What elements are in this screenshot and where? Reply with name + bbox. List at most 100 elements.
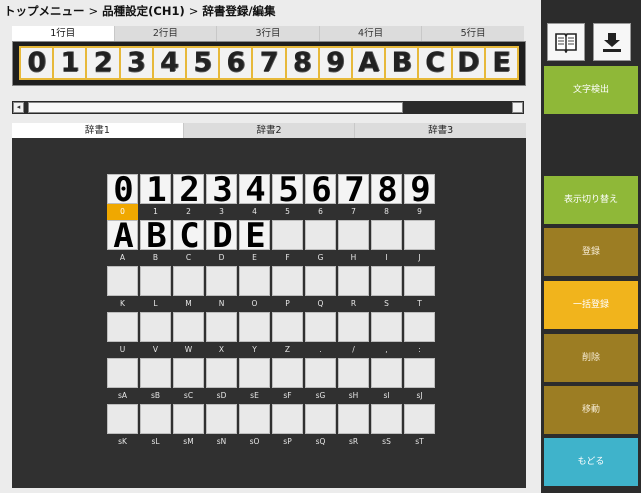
dictionary-slot[interactable]	[371, 266, 402, 296]
strip-scrollbar[interactable]: ◂	[12, 101, 524, 114]
register-button[interactable]: 登録	[544, 228, 638, 276]
dictionary-slot[interactable]	[140, 266, 171, 296]
dictionary-slot[interactable]	[140, 312, 171, 342]
back-button[interactable]: もどる	[544, 438, 638, 486]
dictionary-slot[interactable]: 9	[404, 174, 435, 204]
dictionary-slot[interactable]	[206, 404, 237, 434]
dictionary-slot[interactable]	[107, 266, 138, 296]
dictionary-slot-label: U	[119, 345, 126, 354]
dictionary-slot[interactable]	[107, 312, 138, 342]
dictionary-slot[interactable]	[272, 312, 303, 342]
dictionary-slot[interactable]	[371, 404, 402, 434]
move-button[interactable]: 移動	[544, 386, 638, 434]
dictionary-slot[interactable]: D	[206, 220, 237, 250]
dictionary-slot-label: Z	[284, 345, 291, 354]
dictionary-slot[interactable]	[305, 220, 336, 250]
breadcrumb-top-menu[interactable]: トップメニュー	[4, 4, 85, 18]
dictionary-slot[interactable]	[239, 266, 270, 296]
scroll-thumb[interactable]	[28, 102, 403, 113]
dictionary-slot[interactable]	[206, 312, 237, 342]
download-icon[interactable]	[593, 23, 631, 61]
tab-dictionary-3[interactable]: 辞書3	[355, 123, 527, 138]
dictionary-slot[interactable]: 4	[239, 174, 270, 204]
dictionary-slot[interactable]	[107, 404, 138, 434]
dictionary-slot[interactable]	[173, 266, 204, 296]
dictionary-slot[interactable]	[173, 358, 204, 388]
dictionary-slot[interactable]: C	[173, 220, 204, 250]
dictionary-slot-label: sR	[348, 437, 359, 446]
dictionary-slot[interactable]: 8	[371, 174, 402, 204]
breadcrumb-product-settings[interactable]: 品種設定(CH1)	[102, 4, 185, 18]
dictionary-slot[interactable]	[371, 220, 402, 250]
dictionary-cell: ,	[371, 312, 402, 358]
dictionary-slot[interactable]: A	[107, 220, 138, 250]
dictionary-slot[interactable]	[140, 358, 171, 388]
dictionary-slot-label: H	[350, 253, 357, 262]
dictionary-slot[interactable]	[305, 358, 336, 388]
book-icon[interactable]	[547, 23, 585, 61]
dictionary-slot[interactable]: 0	[107, 174, 138, 204]
dictionary-slot[interactable]	[206, 266, 237, 296]
dictionary-slot[interactable]	[272, 266, 303, 296]
tab-line-4[interactable]: 4行目	[319, 26, 423, 41]
dictionary-cell: .	[305, 312, 336, 358]
bulk-register-button[interactable]: 一括登録	[544, 281, 638, 329]
tab-line-5[interactable]: 5行目	[422, 26, 524, 41]
strip-character: A	[353, 48, 385, 78]
dictionary-cell: sD	[206, 358, 237, 404]
dictionary-slot-label: D	[218, 253, 225, 262]
dictionary-slot[interactable]: 6	[305, 174, 336, 204]
dictionary-slot[interactable]	[239, 312, 270, 342]
tab-line-2[interactable]: 2行目	[114, 26, 218, 41]
dictionary-slot[interactable]	[338, 358, 369, 388]
dictionary-slot[interactable]	[305, 266, 336, 296]
dictionary-slot-label: W	[184, 345, 193, 354]
dictionary-slot[interactable]	[140, 404, 171, 434]
dictionary-slot[interactable]	[239, 404, 270, 434]
dictionary-slot[interactable]	[404, 266, 435, 296]
dictionary-slot[interactable]	[272, 404, 303, 434]
dictionary-cell: EE	[239, 220, 270, 266]
tab-dictionary-2[interactable]: 辞書2	[183, 123, 356, 138]
dictionary-cell: sC	[173, 358, 204, 404]
dictionary-slot[interactable]	[371, 312, 402, 342]
dictionary-slot[interactable]	[173, 312, 204, 342]
tab-dictionary-1[interactable]: 辞書1	[12, 123, 184, 138]
dictionary-slot[interactable]: 1	[140, 174, 171, 204]
dictionary-slot[interactable]	[272, 358, 303, 388]
dictionary-slot[interactable]	[305, 312, 336, 342]
dictionary-slot-label: sA	[117, 391, 128, 400]
dictionary-slot[interactable]: E	[239, 220, 270, 250]
dictionary-slot[interactable]	[338, 404, 369, 434]
dictionary-slot[interactable]	[107, 358, 138, 388]
delete-button[interactable]: 削除	[544, 334, 638, 382]
dictionary-slot[interactable]	[272, 220, 303, 250]
scroll-right-arrow-icon[interactable]	[512, 102, 523, 113]
dictionary-slot[interactable]	[404, 358, 435, 388]
dictionary-slot[interactable]	[338, 266, 369, 296]
dictionary-slot[interactable]: 3	[206, 174, 237, 204]
dictionary-slot[interactable]	[404, 312, 435, 342]
tab-line-3[interactable]: 3行目	[217, 26, 320, 41]
dictionary-slot[interactable]	[404, 404, 435, 434]
detect-characters-button[interactable]: 文字検出	[544, 66, 638, 114]
dictionary-slot-label: O	[251, 299, 258, 308]
dictionary-slot[interactable]	[338, 312, 369, 342]
dictionary-slot[interactable]: B	[140, 220, 171, 250]
dictionary-slot[interactable]	[404, 220, 435, 250]
tab-line-1[interactable]: 1行目	[12, 26, 115, 41]
dictionary-slot[interactable]	[338, 220, 369, 250]
toggle-display-button[interactable]: 表示切り替え	[544, 176, 638, 224]
dictionary-slot[interactable]: 2	[173, 174, 204, 204]
dictionary-slot[interactable]	[173, 404, 204, 434]
dictionary-slot[interactable]	[239, 358, 270, 388]
dictionary-slot[interactable]: 7	[338, 174, 369, 204]
strip-character: 4	[153, 48, 186, 78]
dictionary-slot[interactable]: 5	[272, 174, 303, 204]
dictionary-slot[interactable]	[206, 358, 237, 388]
scroll-left-arrow-icon[interactable]: ◂	[13, 102, 24, 113]
dictionary-slot[interactable]	[305, 404, 336, 434]
dictionary-cell: 11	[140, 174, 171, 220]
dictionary-slot[interactable]	[371, 358, 402, 388]
dictionary-cell: T	[404, 266, 435, 312]
